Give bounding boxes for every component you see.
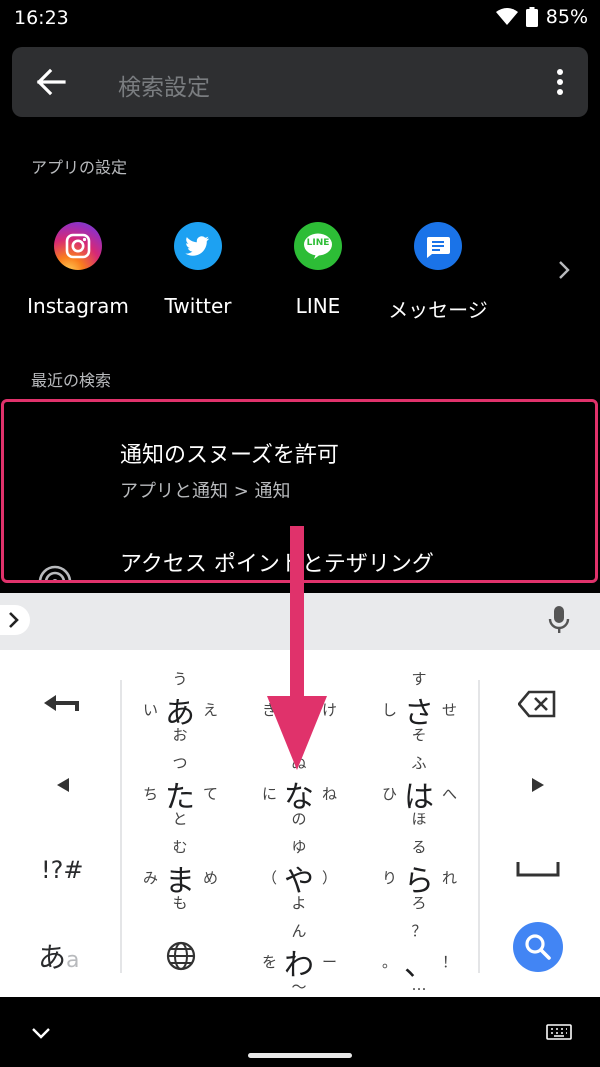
back-arrow-icon[interactable] bbox=[36, 68, 66, 96]
chevron-down-icon[interactable] bbox=[31, 1027, 51, 1039]
hotspot-icon bbox=[38, 565, 72, 580]
globe-icon[interactable] bbox=[166, 941, 196, 971]
search-input[interactable]: 検索設定 bbox=[118, 68, 210, 102]
kana-key-ra[interactable]: るりられろ bbox=[359, 834, 479, 918]
search-bar[interactable]: 検索設定 bbox=[12, 47, 588, 117]
kana-key-wa[interactable]: んをわー〜 bbox=[239, 918, 359, 1002]
app-name: LINE bbox=[295, 294, 341, 318]
navigation-bar bbox=[0, 997, 600, 1067]
recent-item[interactable]: 通知のスヌーズを許可 アプリと通知 > 通知 bbox=[4, 402, 595, 512]
kana-key-ta[interactable]: つちたてと bbox=[120, 750, 240, 834]
chevron-right-icon[interactable] bbox=[556, 260, 572, 280]
app-name: Instagram bbox=[27, 294, 129, 318]
annotation-arrow-icon bbox=[267, 526, 327, 770]
kana-key-a[interactable]: ういあえお bbox=[120, 666, 240, 750]
chevron-right-icon bbox=[9, 612, 19, 628]
app-instagram[interactable]: Instagram bbox=[13, 222, 143, 318]
kana-key-ha[interactable]: ふひはへほ bbox=[359, 750, 479, 834]
punctuation-key[interactable]: ？。、！… bbox=[359, 918, 479, 1002]
wifi-icon bbox=[495, 8, 518, 25]
status-right: 85% bbox=[495, 6, 588, 28]
line-icon-text: LINE bbox=[306, 238, 330, 248]
search-icon bbox=[525, 934, 551, 960]
messages-icon bbox=[414, 222, 462, 270]
recent-item-title: 通知のスヌーズを許可 bbox=[120, 443, 339, 468]
status-bar: 16:23 85% bbox=[0, 0, 600, 38]
section-recent-searches: 最近の検索 bbox=[31, 371, 112, 390]
home-gesture-bar[interactable] bbox=[248, 1053, 352, 1058]
more-vert-icon[interactable] bbox=[556, 69, 564, 95]
mic-icon[interactable] bbox=[547, 605, 571, 635]
status-time: 16:23 bbox=[14, 7, 69, 29]
instagram-icon bbox=[54, 222, 102, 270]
kana-key-sa[interactable]: すしさせそ bbox=[359, 666, 479, 750]
app-name: メッセージ bbox=[388, 298, 488, 322]
mode-label-main: あ bbox=[38, 941, 67, 974]
backspace-key[interactable] bbox=[518, 690, 556, 718]
cursor-left-key[interactable] bbox=[56, 777, 70, 793]
search-key[interactable] bbox=[513, 922, 563, 972]
twitter-icon bbox=[174, 222, 222, 270]
line-icon: LINE bbox=[294, 222, 342, 270]
app-messages[interactable]: メッセージ bbox=[373, 222, 503, 323]
mode-label-sub: a bbox=[66, 948, 80, 973]
kana-key-ma[interactable]: むみまめも bbox=[120, 834, 240, 918]
battery-icon bbox=[525, 7, 538, 27]
mode-switch-key[interactable]: あa bbox=[38, 936, 80, 976]
recent-item-subtitle: アプリと通知 > 通知 bbox=[120, 481, 291, 502]
cursor-right-key[interactable] bbox=[531, 777, 545, 793]
undo-key[interactable] bbox=[42, 693, 82, 713]
app-line[interactable]: LINE LINE bbox=[253, 222, 383, 318]
battery-percent: 85% bbox=[545, 6, 588, 28]
space-key[interactable] bbox=[516, 861, 560, 877]
symbols-key[interactable]: !?# bbox=[41, 856, 83, 884]
section-app-settings: アプリの設定 bbox=[31, 158, 128, 177]
app-twitter[interactable]: Twitter bbox=[133, 222, 263, 318]
keyboard-switch-icon[interactable] bbox=[546, 1024, 572, 1042]
keyboard-expand-button[interactable] bbox=[0, 605, 30, 635]
app-name: Twitter bbox=[164, 294, 232, 318]
kana-key-ya[interactable]: ゆ（や）よ bbox=[239, 834, 359, 918]
